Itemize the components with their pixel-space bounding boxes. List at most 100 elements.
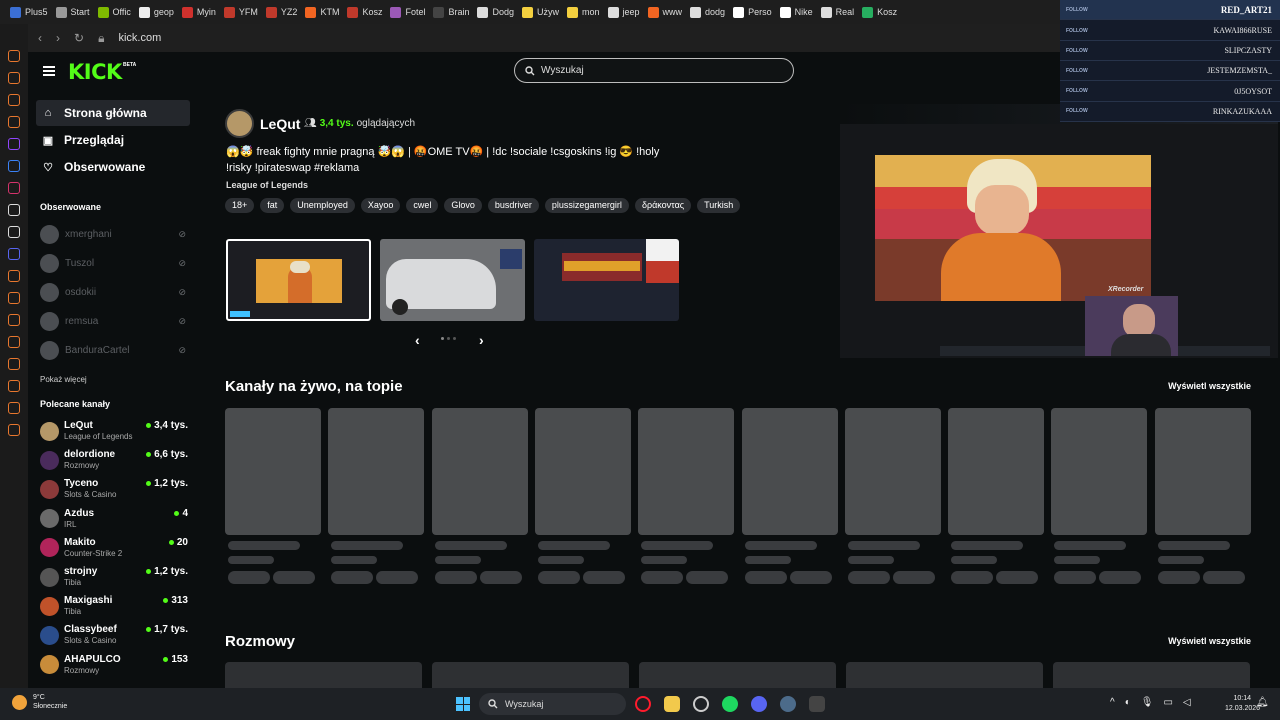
recommended-channel[interactable]: Azdus IRL 4 <box>40 506 188 532</box>
apps-icon[interactable] <box>8 314 20 326</box>
list-icon[interactable] <box>8 358 20 370</box>
player-icon[interactable] <box>8 270 20 282</box>
show-more-link[interactable]: Pokaż więcej <box>40 375 87 384</box>
app-icon[interactable] <box>809 696 825 712</box>
file-explorer-icon[interactable] <box>664 696 680 712</box>
stream-card-placeholder[interactable] <box>844 408 941 535</box>
tray-chevron-icon[interactable]: ^ <box>1110 697 1115 708</box>
bookmark-item[interactable]: Perso <box>729 6 776 18</box>
following-channel[interactable]: BanduraCartel ⊘ <box>40 339 186 361</box>
recommended-channel[interactable]: Tyceno Slots & Casino 1,2 tys. <box>40 476 188 502</box>
settings-icon[interactable] <box>8 424 20 436</box>
bookmark-item[interactable]: YZ2 <box>262 6 302 18</box>
following-channel[interactable]: xmerghani ⊘ <box>40 223 186 245</box>
tag-chip[interactable]: fat <box>260 198 285 213</box>
notifications-off-icon[interactable]: ⊘ <box>178 316 186 327</box>
nav-home[interactable]: ⌂ Strona główna <box>36 100 190 126</box>
bookmark-item[interactable]: Myin <box>178 6 220 18</box>
bookmark-item[interactable]: geop <box>135 6 178 18</box>
stream-card-placeholder[interactable] <box>225 662 422 688</box>
steam-icon[interactable] <box>780 696 796 712</box>
stream-card-placeholder[interactable] <box>639 662 836 688</box>
menu-icon[interactable] <box>43 66 55 76</box>
instagram-icon[interactable] <box>8 182 20 194</box>
search-box[interactable] <box>514 58 794 83</box>
bookmark-item[interactable]: Używ <box>518 6 563 18</box>
discord-icon[interactable] <box>751 696 767 712</box>
kick-logo[interactable]: KICK <box>68 60 122 84</box>
stream-card-placeholder[interactable] <box>948 408 1045 535</box>
stream-card-placeholder[interactable] <box>431 408 528 535</box>
see-all-rozmowy[interactable]: Wyświetl wszystkie <box>1168 636 1251 646</box>
bookmark-item[interactable]: jeep <box>604 6 644 18</box>
stream-card-placeholder[interactable] <box>1154 408 1251 535</box>
featured-category[interactable]: League of Legends <box>226 180 308 190</box>
start-icon[interactable] <box>456 697 470 711</box>
stream-card-placeholder[interactable] <box>534 408 631 535</box>
tag-chip[interactable]: Turkish <box>697 198 741 213</box>
weather-widget[interactable]: 9°C Słonecznie <box>12 693 67 711</box>
microphone-icon[interactable]: 🎙︎ <box>1141 697 1154 708</box>
carousel-next-button[interactable]: › <box>479 332 484 348</box>
spotify-icon[interactable] <box>722 696 738 712</box>
heart-icon[interactable] <box>8 336 20 348</box>
recommended-channel[interactable]: AHAPULCO Rozmowy 153 <box>40 652 188 678</box>
bookmark-item[interactable]: Dodg <box>473 6 518 18</box>
opera-icon[interactable] <box>635 696 651 712</box>
carousel-thumbnail-1[interactable] <box>226 239 371 321</box>
recommended-channel[interactable]: strojny Tibia 1,2 tys. <box>40 564 188 590</box>
featured-channel-name[interactable]: LeQut <box>260 116 300 132</box>
bookmark-item[interactable]: mon <box>563 6 604 18</box>
bookmark-item[interactable]: KTM <box>301 6 343 18</box>
see-all-top-live[interactable]: Wyświetl wszystkie <box>1168 381 1251 391</box>
opera-gx-icon[interactable] <box>693 696 709 712</box>
notes-icon[interactable] <box>8 116 20 128</box>
nav-following[interactable]: ♡ Obserwowane <box>36 154 190 180</box>
send-icon[interactable] <box>8 292 20 304</box>
box-icon[interactable] <box>8 402 20 414</box>
bookmark-item[interactable]: Kosz <box>858 6 901 18</box>
extensions-icon[interactable] <box>8 72 20 84</box>
tiktok-icon[interactable] <box>8 204 20 216</box>
notifications-off-icon[interactable]: ⊘ <box>178 287 186 298</box>
stream-card-placeholder[interactable] <box>741 408 838 535</box>
stream-card-placeholder[interactable] <box>1051 408 1148 535</box>
tag-chip[interactable]: Xayoo <box>360 198 401 213</box>
url-text[interactable]: kick.com <box>118 32 161 44</box>
tag-chip[interactable]: cwel <box>406 198 439 213</box>
bookmark-item[interactable]: Start <box>52 6 94 18</box>
notification-bell-icon[interactable]: 🔔︎ <box>1256 697 1269 708</box>
following-channel[interactable]: osdokii ⊘ <box>40 281 186 303</box>
tag-chip[interactable]: Glovo <box>444 198 482 213</box>
taskbar-search[interactable]: Wyszukaj <box>479 693 626 715</box>
bookmark-item[interactable]: Plus5 <box>6 6 52 18</box>
recommended-channel[interactable]: LeQut League of Legends 3,4 tys. <box>40 418 188 444</box>
bookmark-item[interactable]: www <box>644 6 687 18</box>
network-icon[interactable]: ▭ <box>1163 697 1172 708</box>
following-channel[interactable]: Tuszol ⊘ <box>40 252 186 274</box>
stream-card-placeholder[interactable] <box>328 408 425 535</box>
volume-icon[interactable]: ◁ <box>1183 697 1191 708</box>
discord-icon[interactable] <box>8 248 20 260</box>
notifications-off-icon[interactable]: ⊘ <box>178 345 186 356</box>
history-icon[interactable] <box>8 50 20 62</box>
search-input[interactable] <box>541 65 771 76</box>
recommended-channel[interactable]: delordione Rozmowy 6,6 tys. <box>40 447 188 473</box>
featured-avatar[interactable] <box>225 109 254 138</box>
tag-chip[interactable]: 18+ <box>225 198 255 213</box>
bookmark-item[interactable]: Brain <box>429 6 473 18</box>
bookmark-item[interactable]: Nike <box>776 6 817 18</box>
x-icon[interactable] <box>8 226 20 238</box>
stream-card-placeholder[interactable] <box>432 662 629 688</box>
tag-chip[interactable]: plussizegamergirl <box>544 198 629 213</box>
recommended-channel[interactable]: Makito Counter-Strike 2 20 <box>40 535 188 561</box>
following-channel[interactable]: remsua ⊘ <box>40 310 186 332</box>
nav-browse[interactable]: ▣ Przeglądaj <box>36 127 190 153</box>
stream-card-placeholder[interactable] <box>1053 662 1250 688</box>
carousel-prev-button[interactable]: ‹ <box>415 332 420 348</box>
bookmarks-icon[interactable] <box>8 94 20 106</box>
recommended-channel[interactable]: Maxigashi Tibia 313 <box>40 593 188 619</box>
clock[interactable]: 10:14 12.03.2026 <box>1225 694 1260 714</box>
reload-icon[interactable]: ↻ <box>74 31 84 45</box>
bookmark-item[interactable]: Fotel <box>386 6 429 18</box>
